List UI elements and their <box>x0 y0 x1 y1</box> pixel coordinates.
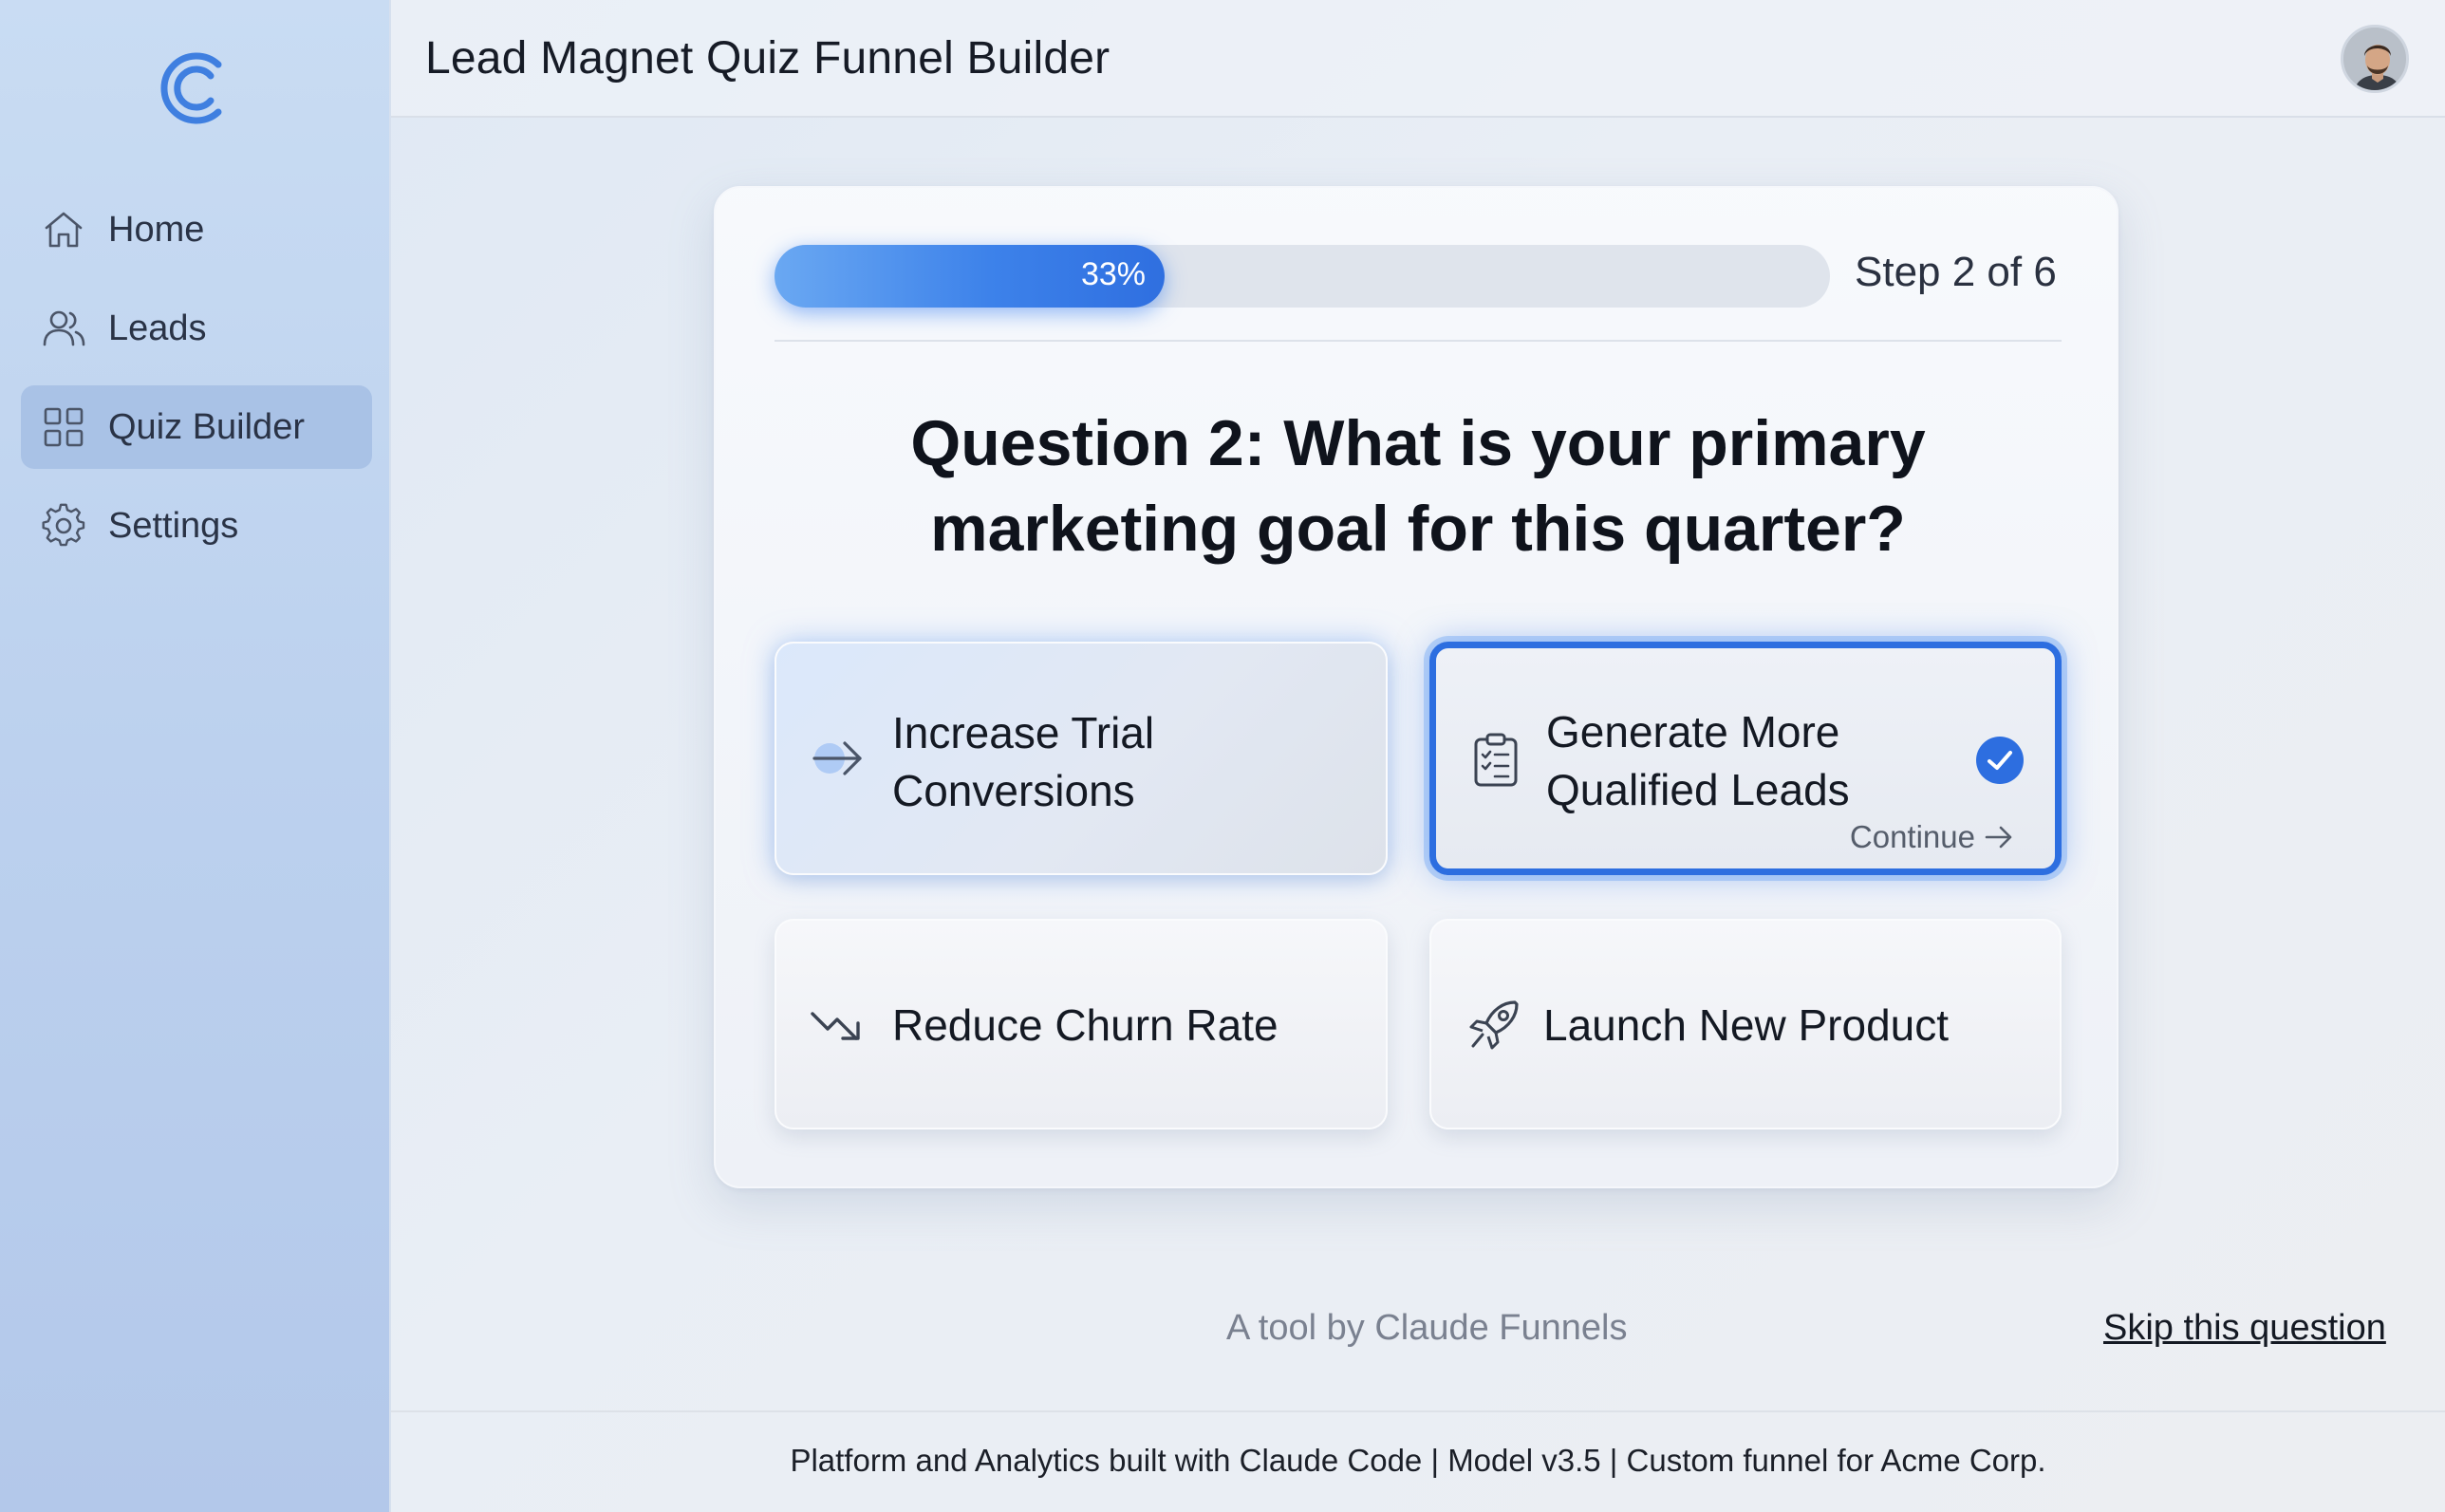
continue-link[interactable]: Continue <box>1850 819 2013 855</box>
credit-text: A tool by Claude Funnels <box>1226 1308 1628 1348</box>
sidebar-item-settings[interactable]: Settings <box>21 484 372 568</box>
arrow-right-icon <box>1985 826 2012 849</box>
quiz-card: 33% Step 2 of 6 Question 2: What is your… <box>714 186 2118 1188</box>
footer-divider <box>391 1410 2445 1412</box>
option-label: Launch New Product <box>1543 1000 1950 1050</box>
page-title: Lead Magnet Quiz Funnel Builder <box>425 33 1111 84</box>
option-increase-trial-conversions[interactable]: Increase Trial Conversions <box>775 642 1388 875</box>
progress-bar: 33% <box>775 245 1830 308</box>
arrow-right-icon <box>812 741 862 775</box>
app-logo[interactable] <box>156 46 235 131</box>
sidebar: Home Leads Quiz Builder Settings <box>0 0 391 1512</box>
user-avatar-icon <box>2343 28 2406 90</box>
sidebar-item-label: Settings <box>108 505 239 546</box>
progress-percent: 33% <box>1080 256 1146 292</box>
sidebar-item-leads[interactable]: Leads <box>21 287 372 370</box>
trend-down-icon <box>811 1012 860 1040</box>
option-label-line: Generate More <box>1546 707 1840 756</box>
rocket-icon <box>1469 1000 1519 1050</box>
option-label-line: Increase Trial <box>892 708 1155 757</box>
sidebar-item-label: Leads <box>108 308 207 348</box>
skip-question-link[interactable]: Skip this question <box>2103 1308 2386 1349</box>
continue-label: Continue <box>1849 819 1975 854</box>
sidebar-nav: Home Leads Quiz Builder Settings <box>21 188 372 583</box>
sidebar-item-home[interactable]: Home <box>21 188 372 271</box>
option-generate-qualified-leads[interactable]: Generate More Qualified Leads Continue <box>1429 642 2062 875</box>
grid-icon <box>44 407 84 447</box>
question-text: Question 2: What is your primary marketi… <box>910 407 1926 565</box>
option-label-line: Conversions <box>892 766 1135 815</box>
home-icon <box>45 212 83 248</box>
sidebar-item-quiz-builder[interactable]: Quiz Builder <box>21 385 372 469</box>
users-icon <box>43 310 85 346</box>
top-header: Lead Magnet Quiz Funnel Builder <box>391 0 2445 118</box>
option-launch-new-product[interactable]: Launch New Product <box>1429 919 2062 1129</box>
sidebar-item-label: Home <box>108 209 205 250</box>
check-circle-icon <box>1976 737 2024 784</box>
sidebar-item-label: Quiz Builder <box>108 406 305 447</box>
option-reduce-churn-rate[interactable]: Reduce Churn Rate <box>775 919 1388 1129</box>
progress-fill: 33% <box>775 245 1165 308</box>
divider <box>775 340 2062 342</box>
step-indicator: Step 2 of 6 <box>1855 249 2057 295</box>
gear-icon <box>42 503 85 547</box>
option-label-line: Qualified Leads <box>1546 765 1850 814</box>
footer-text: Platform and Analytics built with Claude… <box>790 1443 2046 1478</box>
clipboard-checklist-icon <box>1474 733 1518 787</box>
option-label: Reduce Churn Rate <box>892 1000 1278 1050</box>
avatar[interactable] <box>2341 25 2409 93</box>
